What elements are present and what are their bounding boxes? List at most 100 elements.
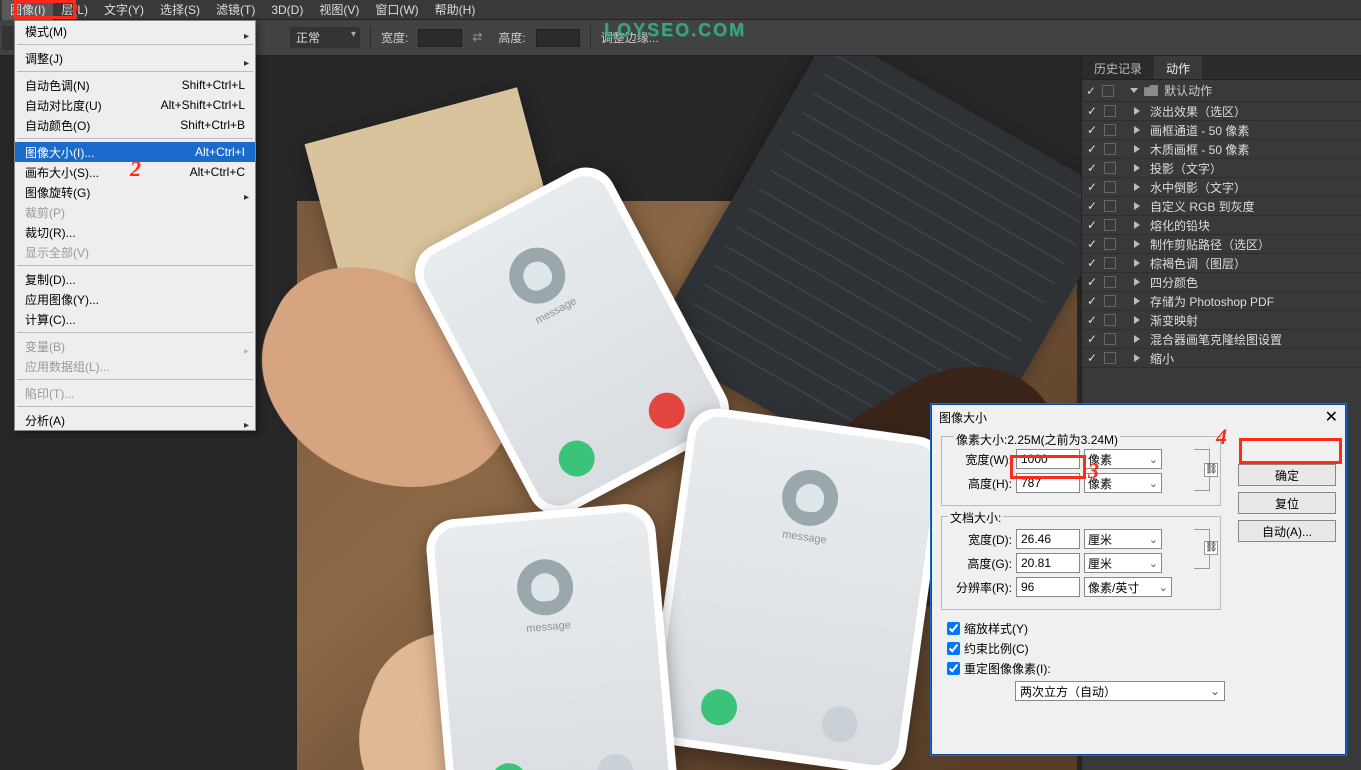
action-label: 渐变映射	[1150, 312, 1198, 329]
tab-history[interactable]: 历史记录	[1082, 56, 1154, 79]
resample-checkbox[interactable]	[947, 662, 960, 675]
dialog-toggle-icon	[1104, 257, 1116, 269]
cancel-button[interactable]: 复位	[1238, 492, 1336, 514]
menu-duplicate[interactable]: 复制(D)...	[15, 269, 255, 289]
chevron-right-icon	[1134, 107, 1140, 115]
check-icon: ✓	[1086, 142, 1098, 156]
check-icon: ✓	[1086, 123, 1098, 137]
chevron-right-icon	[1134, 240, 1140, 248]
action-item[interactable]: ✓木质画框 - 50 像素	[1082, 140, 1361, 159]
doc-width-unit[interactable]: 厘米	[1084, 529, 1162, 549]
check-icon: ✓	[1086, 237, 1098, 251]
menu-select[interactable]: 选择(S)	[152, 0, 208, 20]
dialog-toggle-icon	[1104, 162, 1116, 174]
menu-image[interactable]: 图像(I)	[2, 0, 53, 20]
action-item[interactable]: ✓存储为 Photoshop PDF	[1082, 292, 1361, 311]
menu-apply-image[interactable]: 应用图像(Y)...	[15, 289, 255, 309]
chevron-right-icon	[1134, 183, 1140, 191]
menu-help[interactable]: 帮助(H)	[427, 0, 484, 20]
check-icon: ✓	[1086, 256, 1098, 270]
action-item[interactable]: ✓渐变映射	[1082, 311, 1361, 330]
dialog-toggle-icon	[1104, 314, 1116, 326]
action-item[interactable]: ✓自定义 RGB 到灰度	[1082, 197, 1361, 216]
action-item[interactable]: ✓画框通道 - 50 像素	[1082, 121, 1361, 140]
dialog-toggle-icon	[1104, 219, 1116, 231]
action-label: 制作剪贴路径（选区）	[1150, 236, 1270, 253]
chevron-right-icon	[1134, 259, 1140, 267]
menu-window[interactable]: 窗口(W)	[367, 0, 426, 20]
dialog-toggle-icon	[1104, 333, 1116, 345]
action-label: 淡出效果（选区）	[1150, 103, 1246, 120]
ok-button[interactable]: 确定	[1238, 464, 1336, 486]
px-width-label: 宽度(W):	[948, 451, 1012, 468]
menubar: 图像(I) 层(L) 文字(Y) 选择(S) 滤镜(T) 3D(D) 视图(V)…	[0, 0, 1361, 20]
image-menu-dropdown: 模式(M) 调整(J) 自动色调(N)Shift+Ctrl+L 自动对比度(U)…	[14, 20, 256, 431]
auto-button[interactable]: 自动(A)...	[1238, 520, 1336, 542]
chevron-right-icon	[1134, 145, 1140, 153]
dialog-title: 图像大小	[939, 409, 987, 426]
menu-type[interactable]: 文字(Y)	[96, 0, 152, 20]
link-icon[interactable]: ⛓	[1204, 541, 1218, 555]
actions-set-title: 默认动作	[1164, 82, 1212, 99]
menu-mode[interactable]: 模式(M)	[15, 21, 255, 41]
menu-filter[interactable]: 滤镜(T)	[208, 0, 263, 20]
link-icon[interactable]: ⛓	[1204, 463, 1218, 477]
menu-apply-data-set: 应用数据组(L)...	[15, 356, 255, 376]
action-item[interactable]: ✓缩小	[1082, 349, 1361, 368]
action-item[interactable]: ✓ 熔化的铅块	[1082, 216, 1361, 235]
doc-width-input[interactable]	[1016, 529, 1080, 549]
menu-auto-contrast[interactable]: 自动对比度(U)Alt+Shift+Ctrl+L	[15, 95, 255, 115]
action-item[interactable]: ✓淡出效果（选区）	[1082, 102, 1361, 121]
check-icon: ✓	[1086, 332, 1098, 346]
menu-calculations[interactable]: 计算(C)...	[15, 309, 255, 329]
dialog-toggle-icon	[1104, 105, 1116, 117]
tab-actions[interactable]: 动作	[1154, 56, 1202, 79]
action-label: 投影（文字）	[1150, 160, 1222, 177]
actions-set-header[interactable]: ✓ 默认动作	[1082, 80, 1361, 102]
action-item[interactable]: ✓投影（文字）	[1082, 159, 1361, 178]
doc-height-unit[interactable]: 厘米	[1084, 553, 1162, 573]
dialog-toggle-icon	[1104, 143, 1116, 155]
dialog-toggle-icon	[1104, 352, 1116, 364]
scale-styles-checkbox[interactable]	[947, 622, 960, 635]
menu-3d[interactable]: 3D(D)	[263, 1, 311, 19]
check-icon: ✓	[1086, 218, 1098, 232]
chevron-right-icon	[1134, 221, 1140, 229]
blend-mode-dropdown[interactable]: 正常	[290, 27, 360, 48]
dialog-toggle-icon	[1104, 181, 1116, 193]
menu-view[interactable]: 视图(V)	[311, 0, 367, 20]
check-icon: ✓	[1086, 84, 1096, 98]
action-item[interactable]: ✓水中倒影（文字）	[1082, 178, 1361, 197]
photo-phone: message	[645, 405, 950, 770]
px-width-input[interactable]	[1016, 449, 1080, 469]
action-item[interactable]: ✓ 混合器画笔克隆绘图设置	[1082, 330, 1361, 349]
dialog-toggle-icon	[1104, 124, 1116, 136]
swap-icon[interactable]: ⇄	[472, 30, 488, 46]
menu-adjustments[interactable]: 调整(J)	[15, 48, 255, 68]
width-field[interactable]	[418, 29, 462, 47]
action-label: 熔化的铅块	[1150, 217, 1210, 234]
px-height-input[interactable]	[1016, 473, 1080, 493]
action-item[interactable]: ✓四分颜色	[1082, 273, 1361, 292]
close-icon[interactable]: ✕	[1325, 407, 1338, 427]
action-item[interactable]: ✓ 制作剪贴路径（选区）	[1082, 235, 1361, 254]
action-label: 混合器画笔克隆绘图设置	[1150, 331, 1282, 348]
action-item[interactable]: ✓棕褐色调（图层）	[1082, 254, 1361, 273]
doc-width-label: 宽度(D):	[948, 531, 1012, 548]
px-height-label: 高度(H):	[948, 475, 1012, 492]
doc-height-input[interactable]	[1016, 553, 1080, 573]
menu-auto-color[interactable]: 自动颜色(O)Shift+Ctrl+B	[15, 115, 255, 135]
resolution-input[interactable]	[1016, 577, 1080, 597]
chevron-right-icon	[1134, 126, 1140, 134]
menu-analysis[interactable]: 分析(A)	[15, 410, 255, 430]
height-field[interactable]	[536, 29, 580, 47]
resolution-unit[interactable]: 像素/英寸	[1084, 577, 1172, 597]
menu-trap: 陷印(T)...	[15, 383, 255, 403]
constrain-proportions-checkbox[interactable]	[947, 642, 960, 655]
resample-method-dropdown[interactable]: 两次立方（自动）	[1015, 681, 1225, 701]
menu-image-rotation[interactable]: 图像旋转(G)	[15, 182, 255, 202]
menu-auto-tone[interactable]: 自动色调(N)Shift+Ctrl+L	[15, 75, 255, 95]
menu-trim[interactable]: 裁切(R)...	[15, 222, 255, 242]
chevron-right-icon	[1134, 316, 1140, 324]
check-icon: ✓	[1086, 275, 1098, 289]
